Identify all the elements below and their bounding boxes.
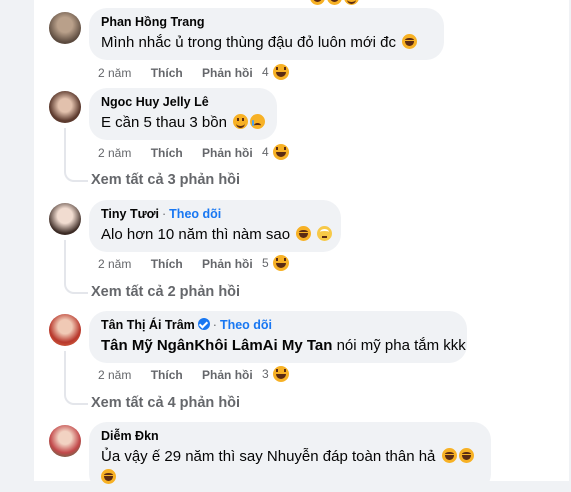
- verified-badge-icon: [197, 318, 210, 330]
- comment-text: Mình nhắc ủ trong thùng đậu đỏ luôn mới …: [101, 34, 397, 51]
- reaction-count-label: 3: [262, 367, 269, 381]
- laughing-emoji-icon: [101, 469, 116, 484]
- comment-time[interactable]: 2 năm: [98, 146, 131, 160]
- comment-bubble: Tiny Tươi · Theo dõi Alo hơn 10 năm thì nà…: [89, 200, 341, 252]
- reply-button[interactable]: Phản hồi: [202, 146, 253, 160]
- comment-time[interactable]: 2 năm: [98, 368, 131, 382]
- laughing-emoji-icon: [327, 0, 342, 5]
- reaction-count-label: 4: [262, 145, 269, 159]
- comment-text: nói mỹ pha tắm kkk: [332, 337, 466, 354]
- avatar[interactable]: [49, 314, 81, 346]
- crying-emoji-icon: [250, 114, 266, 129]
- laughing-emoji-icon: [402, 34, 418, 49]
- comment-actions: 2 năm Thích Phản hồi: [98, 66, 253, 80]
- avatar[interactable]: [49, 425, 81, 457]
- laughing-emoji-icon: [458, 448, 474, 463]
- like-button[interactable]: Thích: [151, 257, 183, 271]
- reaction-count[interactable]: 3: [262, 365, 290, 383]
- comment-bubble: Ngoc Huy Jelly Lê E cần 5 thau 3 bồn: [89, 88, 277, 140]
- reply-button[interactable]: Phản hồi: [202, 257, 253, 271]
- comment-bubble: Phan Hồng Trang Mình nhắc ủ trong thùng …: [89, 8, 444, 60]
- comment-bubble: Tân Thị Ái Trâm · Theo dõi Tân Mỹ NgânKhôi…: [89, 311, 467, 363]
- comment-author[interactable]: Tiny Tươi: [101, 207, 159, 221]
- like-button[interactable]: Thích: [151, 146, 183, 160]
- see-all-replies-link[interactable]: Xem tất cả 3 phản hồi: [91, 172, 240, 188]
- comment-actions: 2 năm Thích Phản hồi: [98, 146, 253, 160]
- like-button[interactable]: Thích: [151, 66, 183, 80]
- avatar[interactable]: [49, 12, 81, 44]
- top-emoji-strip: [308, 0, 359, 6]
- comments-panel: Phan Hồng Trang Mình nhắc ủ trong thùng …: [34, 0, 571, 492]
- comment-time[interactable]: 2 năm: [98, 257, 131, 271]
- comment-author[interactable]: Phan Hồng Trang: [101, 15, 204, 29]
- comment-text: Alo hơn 10 năm thì nàm sao: [101, 226, 291, 243]
- laughing-emoji-icon: [296, 226, 312, 241]
- comment-actions: 2 năm Thích Phản hồi: [98, 257, 253, 271]
- follow-button[interactable]: Theo dõi: [220, 318, 272, 332]
- comment-author[interactable]: Ngoc Huy Jelly Lê: [101, 95, 209, 109]
- thread-connector: [64, 278, 88, 294]
- reaction-count-label: 4: [262, 65, 269, 79]
- reaction-count[interactable]: 4: [262, 63, 290, 81]
- comment-bubble: Diễm Đkn Ủa vậy ế 29 năm thì say Nhuyễn …: [89, 422, 491, 492]
- haha-reaction-icon: [271, 254, 290, 272]
- laughing-emoji-icon: [441, 448, 457, 463]
- reply-button[interactable]: Phản hồi: [202, 66, 253, 80]
- comment-actions: 2 năm Thích Phản hồi: [98, 368, 253, 382]
- grinning-emoji-icon: [344, 0, 359, 5]
- see-all-replies-link[interactable]: Xem tất cả 2 phản hồi: [91, 284, 240, 300]
- comment-author[interactable]: Tân Thị Ái Trâm: [101, 318, 195, 332]
- reply-button[interactable]: Phản hồi: [202, 368, 253, 382]
- grinning-emoji-icon: [233, 114, 249, 129]
- thread-connector: [64, 389, 88, 405]
- comment-author[interactable]: Diễm Đkn: [101, 429, 159, 443]
- reaction-count[interactable]: 4: [262, 143, 290, 161]
- reaction-count[interactable]: 5: [262, 254, 290, 272]
- reaction-count-label: 5: [262, 256, 269, 270]
- haha-reaction-icon: [271, 143, 290, 161]
- follow-button[interactable]: Theo dõi: [169, 207, 221, 221]
- avatar[interactable]: [49, 91, 81, 123]
- haha-reaction-icon: [271, 365, 290, 383]
- avatar[interactable]: [49, 203, 81, 235]
- like-button[interactable]: Thích: [151, 368, 183, 382]
- tagged-users[interactable]: Tân Mỹ NgânKhôi LâmAi My Tan: [101, 337, 332, 354]
- comment-text: E cần 5 thau 3 bồn: [101, 114, 227, 131]
- thread-connector: [64, 166, 88, 182]
- comment-text: Ủa vậy ế 29 năm thì say Nhuyễn đáp toàn …: [101, 448, 436, 465]
- haha-reaction-icon: [271, 63, 290, 81]
- see-all-replies-link[interactable]: Xem tất cả 4 phản hồi: [91, 395, 240, 411]
- laughing-emoji-icon: [310, 0, 325, 5]
- comment-time[interactable]: 2 năm: [98, 66, 131, 80]
- eyeroll-emoji-icon: [317, 226, 333, 241]
